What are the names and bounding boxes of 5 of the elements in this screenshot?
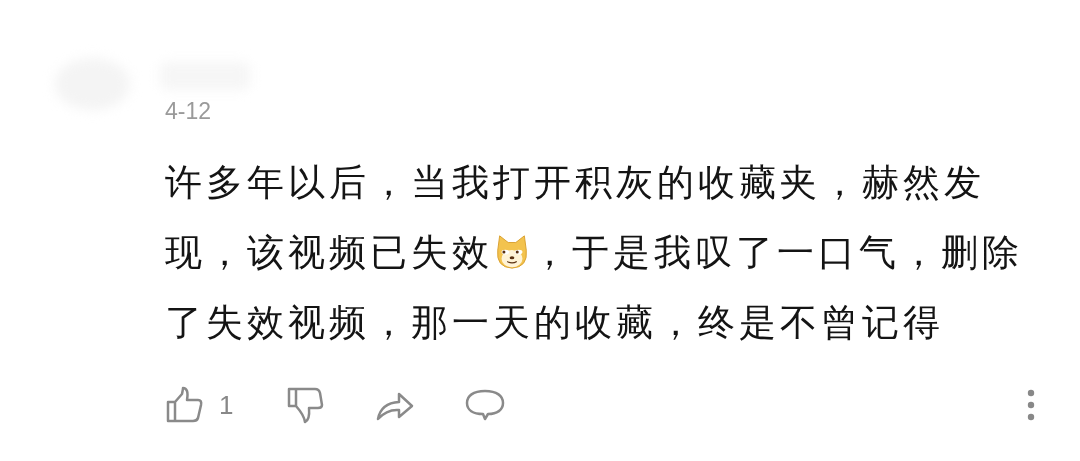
comment-date: 4-12 — [165, 97, 212, 126]
thumbs-up-icon[interactable] — [165, 385, 205, 425]
thumbs-down-icon[interactable] — [285, 385, 326, 425]
comment-text: 许多年以后，当我打开积灰的收藏夹，赫然发现，该视频已失效 ，于是我叹了一口气，删除了失效视频，那一天的收藏，终是不曾记得 — [165, 160, 1024, 346]
like-count: 1 — [219, 389, 234, 421]
